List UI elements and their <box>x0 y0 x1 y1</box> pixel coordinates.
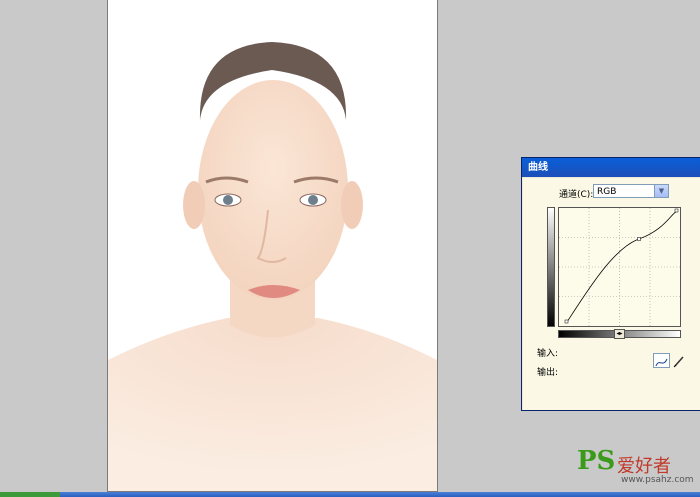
curve-tool-icon[interactable] <box>653 353 670 368</box>
taskbar <box>0 492 700 497</box>
dialog-body: 通道(C): RGB ▼ ◂▸ 输入: 输出: <box>523 178 700 410</box>
channel-select[interactable]: RGB ▼ <box>593 184 669 198</box>
dialog-title[interactable]: 曲线 <box>522 158 700 177</box>
channel-label: 通道(C): <box>559 190 594 200</box>
curve-graph[interactable] <box>558 207 681 327</box>
chevron-down-icon[interactable]: ▼ <box>654 185 668 197</box>
watermark: PS 爱好者 www.psahz.com <box>577 446 694 490</box>
watermark-url: www.psahz.com <box>621 475 694 485</box>
tone-curve[interactable] <box>566 210 678 323</box>
output-gradient-bar <box>547 207 555 327</box>
output-label: 输出: <box>537 368 559 378</box>
curve-point-shadow[interactable] <box>564 319 569 324</box>
pencil-icon[interactable] <box>673 353 685 368</box>
input-label: 输入: <box>537 349 559 359</box>
channel-select-value: RGB <box>597 187 617 197</box>
portrait-photo <box>108 42 437 491</box>
curves-dialog[interactable]: 曲线 通道(C): RGB ▼ ◂▸ 输入: 输出: <box>521 157 700 411</box>
ramp-swap-icon[interactable]: ◂▸ <box>614 329 625 339</box>
document-canvas[interactable] <box>107 0 438 492</box>
curve-point-mid[interactable] <box>637 237 641 241</box>
watermark-logo: PS <box>577 446 616 476</box>
curve-point-highlight[interactable] <box>674 208 679 213</box>
start-button[interactable] <box>0 492 60 497</box>
